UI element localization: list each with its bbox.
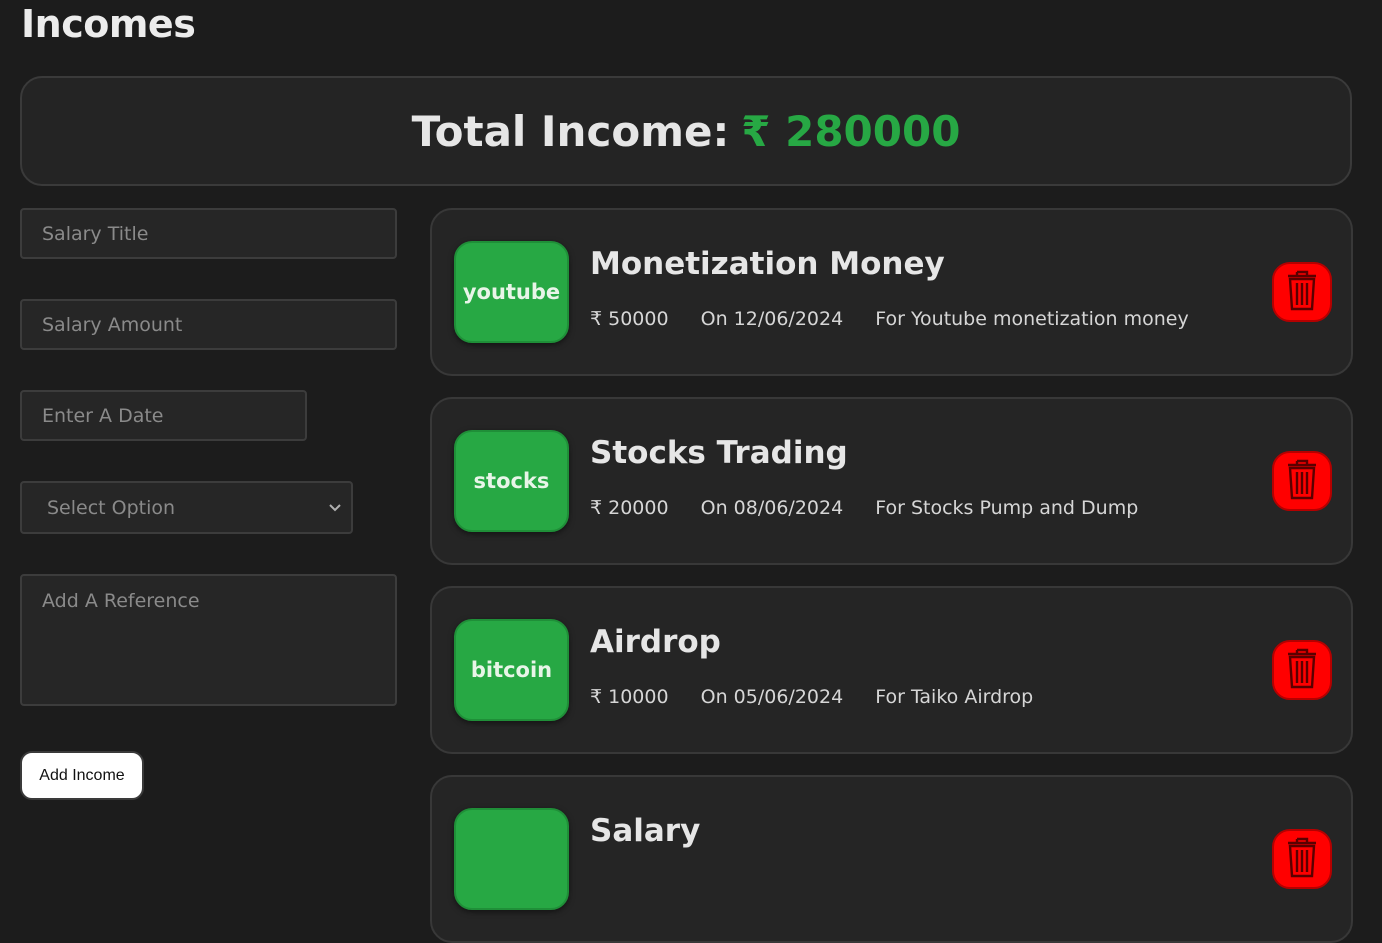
income-item: youtube Monetization Money ₹ 50000 On 12…	[430, 208, 1353, 376]
delete-button[interactable]	[1272, 451, 1332, 511]
delete-button[interactable]	[1272, 262, 1332, 322]
income-meta: ₹ 10000 On 05/06/2024 For Taiko Airdrop	[590, 686, 1059, 708]
category-badge: bitcoin	[454, 619, 569, 721]
total-income-value: ₹ 280000	[741, 106, 961, 156]
income-reference: For Youtube monetization money	[875, 308, 1189, 330]
category-badge	[454, 808, 569, 910]
income-title: Stocks Trading	[590, 435, 848, 471]
trash-icon	[1286, 268, 1318, 316]
income-meta: ₹ 20000 On 08/06/2024 For Stocks Pump an…	[590, 497, 1164, 519]
income-item: stocks Stocks Trading ₹ 20000 On 08/06/2…	[430, 397, 1353, 565]
trash-icon	[1286, 646, 1318, 694]
income-title: Salary	[590, 813, 701, 849]
total-income-label: Total Income:	[411, 106, 730, 156]
reference-textarea[interactable]	[20, 574, 397, 706]
category-select[interactable]: Select Option	[20, 481, 353, 534]
income-title: Monetization Money	[590, 246, 945, 282]
income-date: On 08/06/2024	[700, 497, 844, 519]
income-amount: ₹ 10000	[590, 686, 669, 708]
salary-amount-input[interactable]	[20, 299, 397, 350]
income-meta: ₹ 50000 On 12/06/2024 For Youtube moneti…	[590, 308, 1215, 330]
income-reference: For Taiko Airdrop	[875, 686, 1034, 708]
income-amount: ₹ 50000	[590, 308, 669, 330]
delete-button[interactable]	[1272, 829, 1332, 889]
total-income-card: Total Income: ₹ 280000	[20, 76, 1352, 186]
category-badge: youtube	[454, 241, 569, 343]
trash-icon	[1286, 835, 1318, 883]
income-item: bitcoin Airdrop ₹ 10000 On 05/06/2024 Fo…	[430, 586, 1353, 754]
salary-title-input[interactable]	[20, 208, 397, 259]
delete-button[interactable]	[1272, 640, 1332, 700]
income-reference: For Stocks Pump and Dump	[875, 497, 1139, 519]
income-date: On 05/06/2024	[700, 686, 844, 708]
page-title: Incomes	[21, 2, 196, 46]
income-date: On 12/06/2024	[700, 308, 844, 330]
category-select-value: Select Option	[47, 496, 176, 519]
add-income-button[interactable]: Add Income	[20, 751, 144, 800]
chevron-down-icon	[329, 500, 341, 516]
income-amount: ₹ 20000	[590, 497, 669, 519]
trash-icon	[1286, 457, 1318, 505]
income-meta	[590, 875, 668, 897]
date-input[interactable]	[20, 390, 307, 441]
income-title: Airdrop	[590, 624, 721, 660]
category-badge: stocks	[454, 430, 569, 532]
income-item: Salary	[430, 775, 1353, 943]
